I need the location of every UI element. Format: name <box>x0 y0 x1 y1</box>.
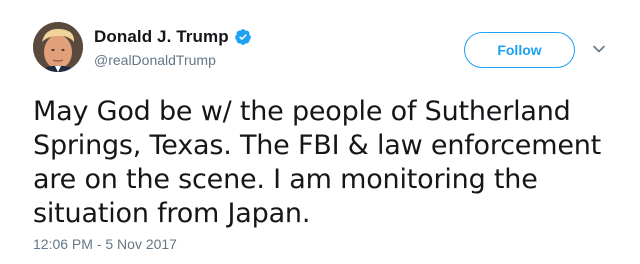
tweet-card: Donald J. Trump @realDonaldTrump Follow … <box>0 0 640 264</box>
author-name-row[interactable]: Donald J. Trump <box>94 27 252 47</box>
tweet-timestamp[interactable]: 12:06 PM - 5 Nov 2017 <box>33 236 177 252</box>
avatar[interactable] <box>33 22 83 72</box>
author-handle[interactable]: @realDonaldTrump <box>94 52 216 68</box>
display-name[interactable]: Donald J. Trump <box>94 27 229 47</box>
chevron-down-icon[interactable] <box>592 42 606 56</box>
verified-badge-icon <box>234 29 251 45</box>
avatar-portrait-icon <box>33 22 83 72</box>
tweet-text: May God be w/ the people of Sutherland S… <box>33 96 602 229</box>
follow-button[interactable]: Follow <box>464 32 575 68</box>
